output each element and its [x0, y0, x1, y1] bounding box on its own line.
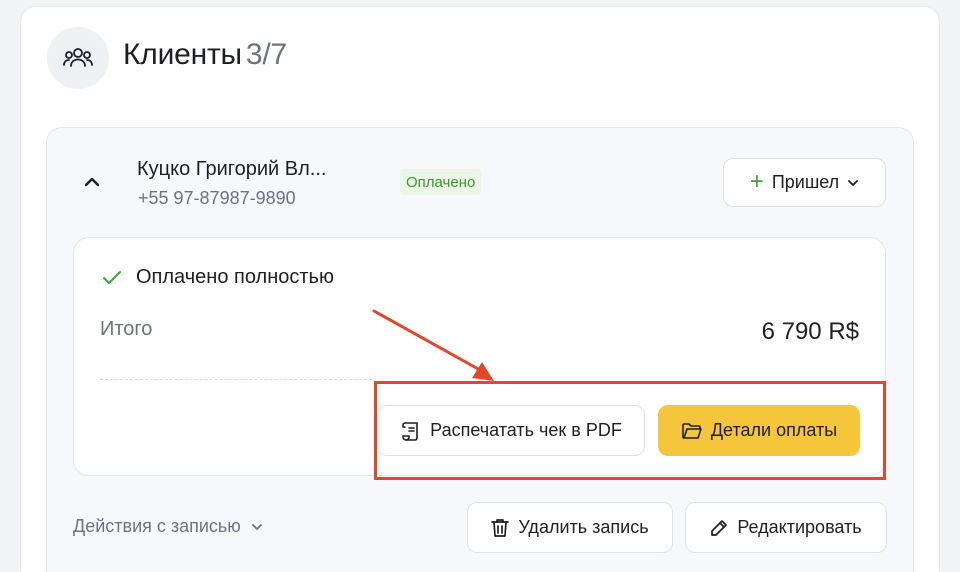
total-label: Итого — [100, 318, 153, 340]
record-actions-dropdown[interactable]: Действия с записью — [73, 516, 263, 537]
receipt-icon — [402, 421, 418, 441]
divider — [100, 379, 372, 380]
total-value: 6 790 R$ — [761, 318, 859, 345]
chevron-up-icon — [84, 177, 100, 187]
edit-record-button[interactable]: Редактировать — [685, 502, 887, 553]
attended-label: Пришел — [771, 172, 840, 192]
paid-status-text: Оплачено полностью — [136, 266, 334, 288]
payment-details-label: Детали оплаты — [710, 420, 838, 440]
collapse-button[interactable] — [80, 170, 104, 194]
client-name[interactable]: Куцко Григорий Вл... — [137, 158, 326, 181]
check-icon — [103, 270, 121, 284]
plus-icon: + — [749, 167, 764, 195]
users-icon — [47, 27, 109, 89]
attended-dropdown[interactable]: + Пришел — [723, 158, 886, 207]
clients-count: 3/7 — [245, 38, 288, 71]
record-actions-label: Действия с записью — [73, 516, 241, 536]
delete-record-button[interactable]: Удалить запись — [467, 502, 673, 553]
paid-status-row: Оплачено полностью — [102, 266, 334, 289]
payment-details-button[interactable]: Детали оплаты — [658, 405, 860, 456]
chevron-down-icon — [848, 179, 859, 186]
page-title-text: Клиенты — [123, 38, 242, 71]
trash-icon — [491, 518, 510, 537]
print-receipt-button[interactable]: Распечатать чек в PDF — [377, 405, 645, 456]
status-badge: Оплачено — [400, 169, 482, 195]
pencil-icon — [711, 519, 728, 536]
edit-record-label: Редактировать — [737, 517, 862, 537]
print-receipt-label: Распечатать чек в PDF — [430, 420, 622, 440]
folder-icon — [682, 422, 702, 439]
client-phone: +55 97-87987-9890 — [138, 188, 296, 208]
page-title: Клиенты 3/7 — [123, 38, 287, 72]
delete-record-label: Удалить запись — [518, 517, 649, 537]
chevron-down-icon — [251, 523, 262, 530]
